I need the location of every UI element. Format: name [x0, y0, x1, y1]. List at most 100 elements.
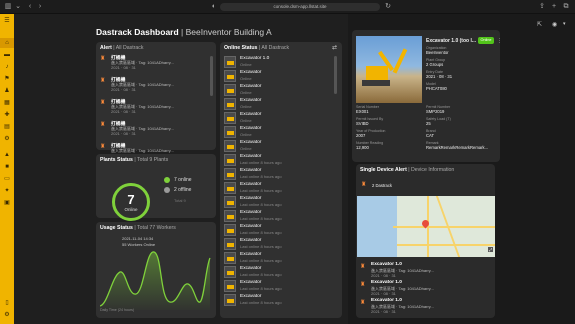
- device-alert-item[interactable]: ♜ Excavator 1.0 進入禁區區域 · Tag: 1041ADharr…: [360, 298, 490, 320]
- equipment-thumbnail: [224, 126, 236, 138]
- home-icon[interactable]: ⌂: [3, 40, 11, 47]
- document-icon[interactable]: ▭: [3, 176, 11, 183]
- alert-item[interactable]: ♜ 打桶機 進入禁區區域 · Tag: 1041ADharry... 2021 …: [100, 120, 208, 142]
- browser-toolbar: ▥ ⌄ ‹ › ◐ console.dsm-app.llstat.site ↻ …: [0, 0, 575, 14]
- online-ring: 7 Online: [112, 183, 150, 221]
- detail-value: PHCAT080: [426, 86, 447, 91]
- truck-icon[interactable]: ▬: [3, 52, 11, 59]
- warning-icon: ♜: [360, 300, 366, 306]
- equipment-thumbnail: [224, 154, 236, 166]
- equipment-list-item[interactable]: Excavator Last online 8 hours ago: [224, 167, 336, 181]
- equipment-list-item[interactable]: Excavator Last online 8 hours ago: [224, 293, 336, 307]
- reload-icon[interactable]: ↻: [384, 3, 392, 11]
- grid-icon[interactable]: ▣: [3, 200, 11, 207]
- detail-value: CAT: [426, 133, 435, 138]
- expand-map-icon[interactable]: ⤢: [488, 247, 494, 252]
- equipment-status: Last online 8 hours ago: [240, 202, 282, 207]
- equipment-list-item[interactable]: Excavator Online: [224, 139, 336, 153]
- equipment-name: Excavator: [240, 182, 262, 187]
- equipment-thumbnail: [224, 210, 236, 222]
- avatar[interactable]: ◉: [552, 21, 557, 28]
- legend-online-dot: [164, 177, 170, 183]
- equipment-status: Online: [240, 132, 252, 137]
- equipment-status: Online: [240, 90, 252, 95]
- equipment-list-item[interactable]: Excavator Last online 8 hours ago: [224, 195, 336, 209]
- equipment-list-item[interactable]: Excavator Last online 8 hours ago: [224, 237, 336, 251]
- tool-icon[interactable]: ✦: [3, 188, 11, 195]
- plants-total: Total 9: [174, 198, 186, 203]
- settings-icon[interactable]: ⚙: [3, 136, 11, 143]
- equipment-name: Excavator 1.0: [240, 56, 270, 61]
- flag-icon[interactable]: ⚑: [3, 76, 11, 83]
- equipment-thumbnail: [224, 140, 236, 152]
- status-badge: Online: [478, 37, 494, 44]
- chevron-down-icon[interactable]: ▾: [563, 21, 566, 27]
- excavator-track: [362, 80, 390, 86]
- online-scrollbar[interactable]: [334, 56, 337, 94]
- warning-icon: ♜: [100, 56, 106, 62]
- device-alert-title: Single Device Alert | Device Information: [360, 167, 455, 173]
- chevron-down-icon[interactable]: ⌄: [14, 3, 22, 11]
- bell-icon[interactable]: ♪: [3, 64, 11, 71]
- alert-time: 2021 · 08 · 31: [111, 87, 136, 92]
- tabs-icon[interactable]: ⧉: [562, 3, 570, 11]
- box-icon[interactable]: ■: [3, 164, 11, 171]
- usage-panel-title: Usage Status | Total 77 Workers: [100, 225, 176, 231]
- equipment-list-item[interactable]: Excavator 1.0 Online: [224, 55, 336, 69]
- alert-item[interactable]: ♜ 打桶機 進入禁區區域 · Tag: 1041ADharry... 2021 …: [100, 98, 208, 120]
- alert-scrollbar[interactable]: [210, 56, 213, 96]
- equipment-list-item[interactable]: Excavator Online: [224, 111, 336, 125]
- map-icon[interactable]: ▦: [3, 100, 11, 107]
- equipment-thumbnail: [224, 70, 236, 82]
- logo-icon[interactable]: ☰: [3, 18, 11, 25]
- equipment-thumbnail: [224, 252, 236, 264]
- equipment-status: Last online 8 hours ago: [240, 258, 282, 263]
- address-bar[interactable]: console.dsm-app.llstat.site: [220, 3, 380, 11]
- equipment-thumbnail: [224, 196, 236, 208]
- alert-time: 2021 · 08 · 31: [111, 109, 136, 114]
- usage-tooltip-time: 2021-11-04 14:34: [122, 236, 154, 241]
- equipment-list-item[interactable]: Excavator Online: [224, 83, 336, 97]
- alert-item[interactable]: ♜ 打桶機 進入禁區區域 · Tag: 1041ADharry... 2021 …: [100, 76, 208, 98]
- forward-icon[interactable]: ›: [36, 3, 44, 11]
- sidebar-toggle-icon[interactable]: ▥: [4, 3, 12, 11]
- gear-icon[interactable]: ⚙: [3, 312, 11, 319]
- equipment-list-item[interactable]: Excavator Online: [224, 69, 336, 83]
- online-panel-title: Online Status | All Dastrack: [224, 45, 290, 51]
- equipment-list-item[interactable]: Excavator Last online 8 hours ago: [224, 153, 336, 167]
- map-road: [397, 244, 495, 246]
- warning-icon: ♜: [360, 282, 366, 288]
- equipment-name: Excavator: [240, 266, 262, 271]
- equipment-list-item[interactable]: Excavator Last online 8 hours ago: [224, 251, 336, 265]
- equipment-status: Last online 8 hours ago: [240, 188, 282, 193]
- alert-title: Excavator 1.0: [371, 262, 402, 267]
- warning-icon[interactable]: ▲: [3, 152, 11, 159]
- excavator-body: [366, 66, 388, 80]
- equipment-status: Online: [240, 146, 252, 151]
- equipment-list-item[interactable]: Excavator Last online 8 hours ago: [224, 209, 336, 223]
- equipment-thumbnail: [224, 224, 236, 236]
- users-icon[interactable]: ♟: [3, 88, 11, 95]
- shield-icon: ◐: [211, 3, 217, 10]
- equipment-name: Excavator: [240, 280, 262, 285]
- equipment-list-item[interactable]: Excavator Last online 8 hours ago: [224, 279, 336, 293]
- equipment-list-item[interactable]: Excavator Last online 8 hours ago: [224, 223, 336, 237]
- back-icon[interactable]: ‹: [26, 3, 34, 11]
- equipment-status: Online: [240, 104, 252, 109]
- alert-item[interactable]: ♜ 打桶機 進入禁區區域 · Tag: 1041ADharry... 2021 …: [100, 54, 208, 76]
- online-count: 7: [127, 192, 135, 207]
- share-icon[interactable]: ⇪: [538, 3, 546, 11]
- book-icon[interactable]: ▯: [3, 300, 11, 307]
- equipment-status: Last online 8 hours ago: [240, 300, 282, 305]
- export-icon[interactable]: ⇱: [537, 21, 542, 28]
- wrench-icon[interactable]: ✚: [3, 112, 11, 119]
- chart-icon[interactable]: ▤: [3, 124, 11, 131]
- equipment-list-item[interactable]: Excavator Online: [224, 97, 336, 111]
- equipment-list-item[interactable]: Excavator Online: [224, 125, 336, 139]
- map-water: [357, 196, 397, 257]
- more-options-icon[interactable]: ⋮: [497, 38, 502, 44]
- equipment-list-item[interactable]: Excavator Last online 8 hours ago: [224, 181, 336, 195]
- equipment-list-item[interactable]: Excavator Last online 8 hours ago: [224, 265, 336, 279]
- new-tab-icon[interactable]: +: [550, 3, 558, 11]
- filter-icon[interactable]: ⇄: [332, 44, 337, 51]
